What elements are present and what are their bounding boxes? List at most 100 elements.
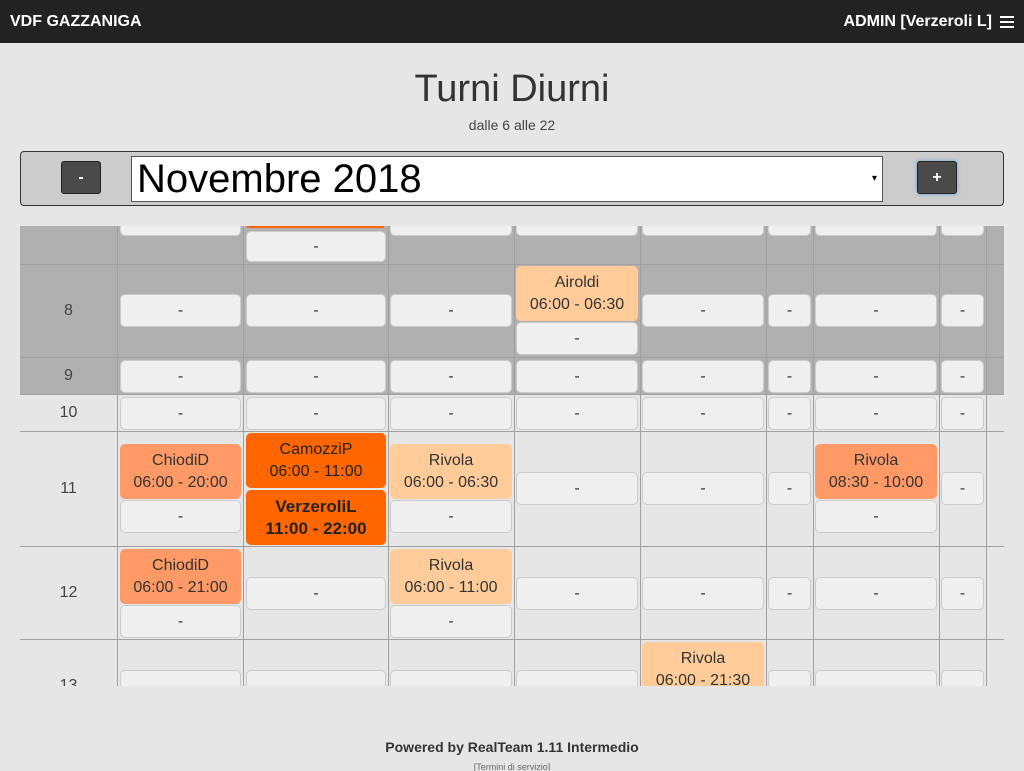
shift-block[interactable]: ChiodiD 06:00 - 20:00 xyxy=(120,444,241,499)
shift-time: 08:30 - 10:00 xyxy=(828,473,924,491)
empty-slot[interactable]: - xyxy=(390,500,512,533)
empty-slot[interactable]: - xyxy=(516,670,638,686)
empty-slot[interactable]: - xyxy=(642,577,764,610)
empty-slot[interactable]: - xyxy=(941,670,984,686)
previous-month-button[interactable]: - xyxy=(61,161,101,194)
empty-slot[interactable]: - xyxy=(516,226,638,236)
empty-slot[interactable]: - xyxy=(642,397,764,430)
calendar-row-10: 10 - - - - - - - - xyxy=(20,395,1004,432)
empty-slot[interactable]: - xyxy=(120,670,241,686)
empty-slot[interactable]: - xyxy=(815,577,937,610)
empty-slot[interactable]: - xyxy=(120,294,241,327)
shift-time: 06:00 - 21:30 xyxy=(655,671,751,687)
empty-slot[interactable]: - xyxy=(941,360,984,393)
empty-slot[interactable]: - xyxy=(390,360,512,393)
empty-slot[interactable]: - xyxy=(390,294,512,327)
calendar-row-8: 8 - - - Airoldi 06:00 - 06:30 - - - - - xyxy=(20,265,1004,358)
empty-slot[interactable]: - xyxy=(120,500,241,533)
empty-slot[interactable]: - xyxy=(516,577,638,610)
empty-slot[interactable]: - xyxy=(815,500,937,533)
empty-slot[interactable]: - xyxy=(120,360,241,393)
empty-slot[interactable]: - xyxy=(390,670,512,686)
shift-calendar: - - - - - - - - 8 - - - Airoldi 06:00 - … xyxy=(20,226,1004,686)
user-label[interactable]: ADMIN [Verzeroli L] xyxy=(844,13,992,31)
shift-block-highlighted[interactable]: VerzeroliL 11:00 - 22:00 xyxy=(246,490,386,545)
empty-slot[interactable]: - xyxy=(120,226,241,236)
empty-slot[interactable]: - xyxy=(516,397,638,430)
terms-link[interactable]: [Termini di servizio] xyxy=(0,762,1024,771)
shift-block[interactable]: Rivola 06:00 - 06:30 xyxy=(390,444,512,499)
empty-slot[interactable]: - xyxy=(390,226,512,236)
shift-time: 06:00 - 06:30 xyxy=(529,295,625,313)
empty-slot[interactable]: - xyxy=(120,605,241,638)
empty-slot[interactable]: - xyxy=(768,226,811,236)
empty-slot[interactable]: - xyxy=(941,226,984,236)
empty-slot[interactable]: - xyxy=(120,397,241,430)
shift-name: Rivola xyxy=(428,556,474,574)
user-menu[interactable]: ADMIN [Verzeroli L] xyxy=(844,13,1014,31)
shift-time: 06:00 - 11:00 xyxy=(269,462,363,480)
empty-slot[interactable]: - xyxy=(246,670,386,686)
shift-block[interactable]: CamozziP 06:00 - 11:00 xyxy=(246,433,386,488)
month-select-value: Novembre 2018 xyxy=(137,157,422,201)
shift-block[interactable]: Rivola 06:00 - 11:00 xyxy=(390,549,512,604)
empty-slot[interactable]: - xyxy=(642,226,764,236)
day-number: 9 xyxy=(64,367,73,384)
empty-slot[interactable]: - xyxy=(516,472,638,505)
shift-time: 06:00 - 11:00 xyxy=(404,578,498,596)
calendar-row: - - - - - - - - xyxy=(20,226,1004,265)
shift-block[interactable]: Rivola 06:00 - 21:30 xyxy=(642,642,764,686)
empty-slot[interactable]: - xyxy=(768,472,811,505)
empty-slot[interactable]: - xyxy=(246,577,386,610)
empty-slot[interactable]: - xyxy=(941,577,984,610)
empty-slot[interactable]: - xyxy=(768,670,811,686)
empty-slot[interactable]: - xyxy=(768,577,811,610)
empty-slot[interactable]: - xyxy=(815,360,937,393)
page-title: Turni Diurni xyxy=(414,68,610,110)
next-month-button[interactable]: + xyxy=(917,161,957,194)
empty-slot[interactable]: - xyxy=(815,670,937,686)
empty-slot[interactable]: - xyxy=(768,397,811,430)
shift-name: CamozziP xyxy=(279,440,353,458)
empty-slot[interactable]: - xyxy=(768,360,811,393)
empty-slot[interactable]: - xyxy=(941,294,984,327)
empty-slot[interactable]: - xyxy=(642,360,764,393)
empty-slot[interactable]: - xyxy=(246,294,386,327)
brand-title[interactable]: VDF GAZZANIGA xyxy=(10,13,142,31)
empty-slot[interactable]: - xyxy=(815,397,937,430)
empty-slot[interactable]: - xyxy=(516,360,638,393)
footer-powered-by: Powered by RealTeam 1.11 Intermedio xyxy=(385,739,639,755)
hamburger-menu-icon[interactable] xyxy=(1000,15,1014,28)
calendar-row-12: 12 ChiodiD 06:00 - 21:00 - - Rivola 06:0… xyxy=(20,547,1004,640)
month-select[interactable]: Novembre 2018 ▾ xyxy=(131,156,883,202)
day-number: 8 xyxy=(64,302,73,319)
empty-slot[interactable]: - xyxy=(815,294,937,327)
empty-slot[interactable]: - xyxy=(815,226,937,236)
empty-slot[interactable]: - xyxy=(768,294,811,327)
shift-name: Rivola xyxy=(428,451,474,469)
shift-block[interactable]: Airoldi 06:00 - 06:30 xyxy=(516,266,638,321)
day-number: 11 xyxy=(60,480,77,497)
empty-slot[interactable]: - xyxy=(516,322,638,355)
empty-slot[interactable]: - xyxy=(642,294,764,327)
shift-name: Airoldi xyxy=(554,273,600,291)
day-number: 12 xyxy=(59,584,78,601)
shift-name: ChiodiD xyxy=(152,556,209,574)
empty-slot[interactable]: - xyxy=(941,472,984,505)
empty-slot[interactable]: - xyxy=(642,472,764,505)
empty-slot[interactable]: - xyxy=(941,397,984,430)
empty-slot[interactable]: - xyxy=(390,397,512,430)
shift-time: 11:00 - 22:00 xyxy=(265,518,367,538)
empty-slot[interactable]: - xyxy=(246,397,386,430)
shift-block[interactable]: Rivola 08:30 - 10:00 xyxy=(815,444,937,499)
empty-slot[interactable]: - xyxy=(246,360,386,393)
shift-block[interactable]: ChiodiD 06:00 - 21:00 xyxy=(120,549,241,604)
empty-slot[interactable]: - xyxy=(390,605,512,638)
page-subtitle: dalle 6 alle 22 xyxy=(468,117,556,133)
empty-slot[interactable]: - xyxy=(246,231,386,262)
month-navigation: - Novembre 2018 ▾ + xyxy=(20,151,1004,206)
shift-name: VerzeroliL xyxy=(275,496,357,516)
dropdown-arrow-icon: ▾ xyxy=(871,173,877,184)
day-number: 10 xyxy=(59,404,78,421)
calendar-row-13: 13 - - - - Rivola 06:00 - 21:30 - - - xyxy=(20,640,1004,686)
